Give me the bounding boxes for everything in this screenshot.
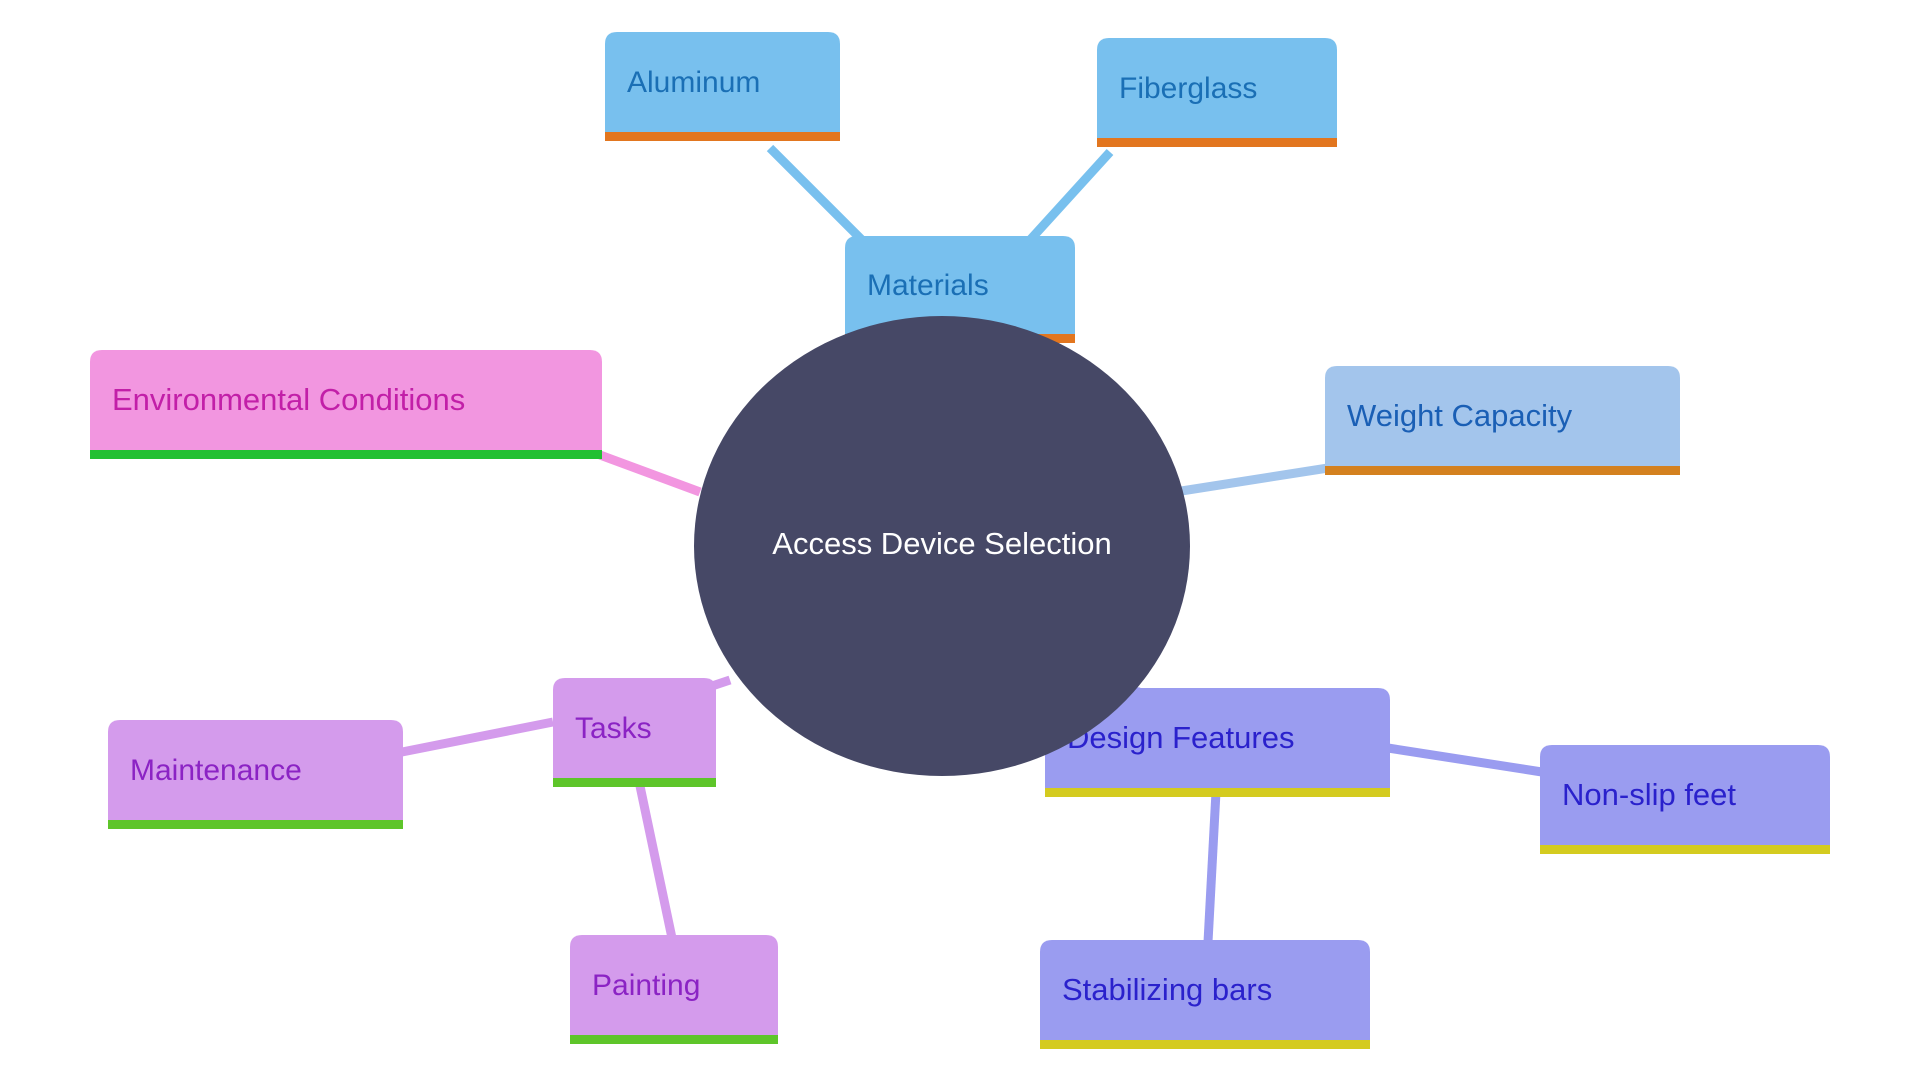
node-environmental-conditions[interactable]: Environmental Conditions: [90, 350, 602, 459]
node-tasks-accent-bar: [553, 778, 716, 787]
edge-design-features-to-non-slip-feet: [1387, 743, 1543, 777]
node-fiberglass[interactable]: Fiberglass: [1097, 38, 1337, 147]
node-weight-capacity-accent-bar: [1325, 466, 1680, 475]
mindmap-canvas: Materials Aluminum Fiberglass Weight Capaci…: [0, 0, 1920, 1080]
edge-center-to-weight-capacity: [1174, 463, 1329, 497]
node-aluminum-label: Aluminum: [627, 66, 760, 99]
edge-tasks-to-painting: [635, 785, 677, 939]
edge-center-to-environmental-conditions: [598, 450, 702, 497]
node-weight-capacity-label: Weight Capacity: [1347, 398, 1573, 433]
node-painting[interactable]: Painting: [570, 935, 778, 1044]
central-node-layer: Access Device Selection: [694, 316, 1190, 776]
edge-design-features-to-stabilizing-bars: [1203, 791, 1221, 943]
edge-materials-to-aluminum: [766, 144, 866, 244]
node-weight-capacity[interactable]: Weight Capacity: [1325, 366, 1680, 475]
node-stabilizing-bars[interactable]: Stabilizing bars: [1040, 940, 1370, 1049]
node-environmental-conditions-label: Environmental Conditions: [112, 382, 465, 417]
node-non-slip-feet[interactable]: Non-slip feet: [1540, 745, 1830, 854]
node-maintenance-accent-bar: [108, 820, 403, 829]
node-design-features-label: Design Features: [1067, 720, 1294, 755]
node-stabilizing-bars-label: Stabilizing bars: [1062, 972, 1272, 1007]
node-maintenance-label: Maintenance: [130, 754, 302, 787]
node-maintenance[interactable]: Maintenance: [108, 720, 403, 829]
central-node-label: Access Device Selection: [772, 526, 1111, 561]
node-design-features-accent-bar: [1045, 788, 1390, 797]
node-painting-accent-bar: [570, 1035, 778, 1044]
edge-tasks-to-maintenance: [401, 717, 554, 757]
node-aluminum[interactable]: Aluminum: [605, 32, 840, 141]
node-materials-label: Materials: [867, 269, 989, 302]
node-environmental-conditions-accent-bar: [90, 450, 602, 459]
node-stabilizing-bars-accent-bar: [1040, 1040, 1370, 1049]
mindmap-svg: Materials Aluminum Fiberglass Weight Capaci…: [90, 32, 1830, 1049]
node-non-slip-feet-label: Non-slip feet: [1562, 777, 1736, 812]
central-node[interactable]: Access Device Selection: [694, 316, 1190, 776]
node-non-slip-feet-accent-bar: [1540, 845, 1830, 854]
node-painting-label: Painting: [592, 969, 700, 1002]
node-fiberglass-label: Fiberglass: [1119, 72, 1257, 105]
node-tasks-label: Tasks: [575, 712, 652, 745]
node-fiberglass-accent-bar: [1097, 138, 1337, 147]
node-tasks[interactable]: Tasks: [553, 678, 716, 787]
node-aluminum-accent-bar: [605, 132, 840, 141]
edge-materials-to-fiberglass: [1026, 148, 1114, 244]
